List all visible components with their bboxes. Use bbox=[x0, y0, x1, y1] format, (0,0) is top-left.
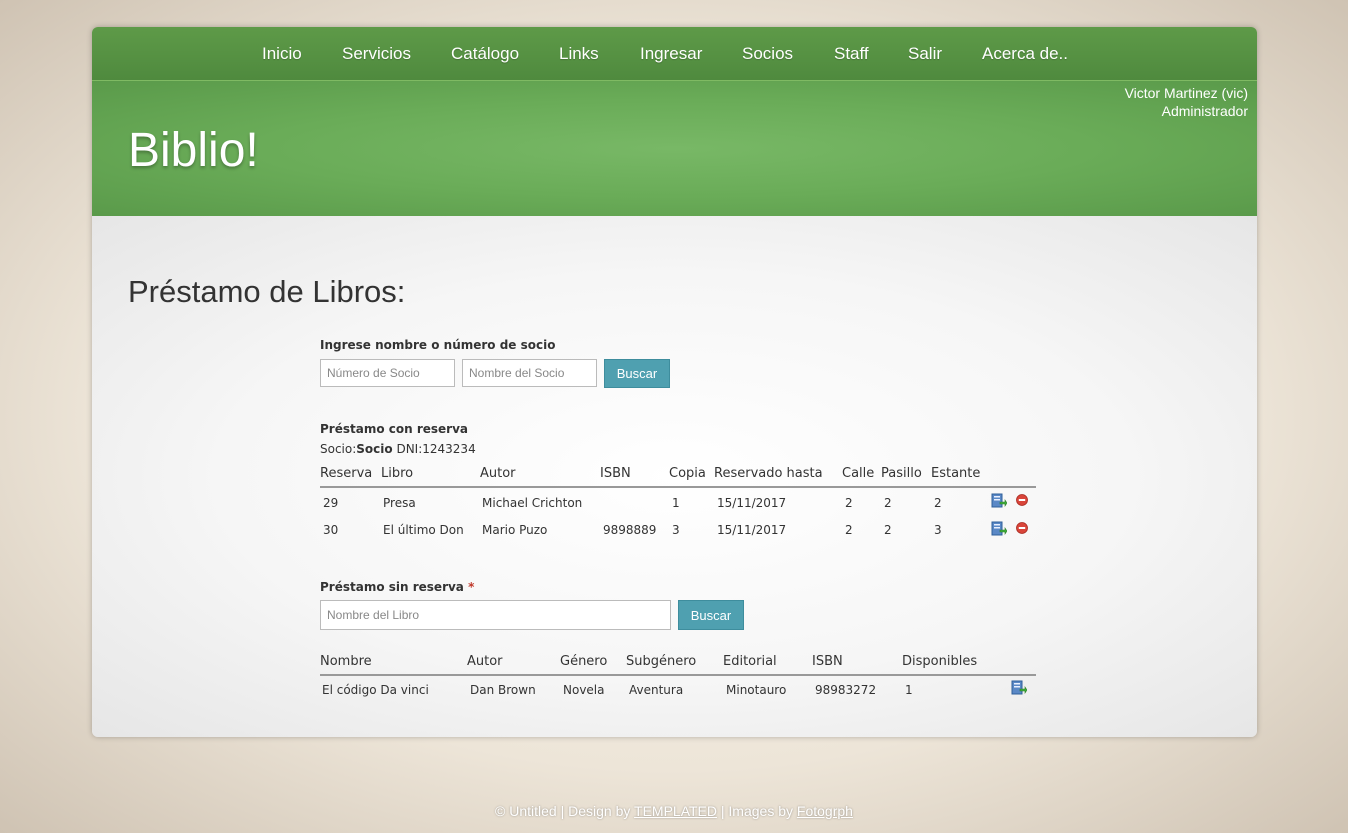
cell-copia: 1 bbox=[672, 496, 680, 510]
remove-reservation-icon[interactable] bbox=[1016, 522, 1028, 534]
page-wrapper: Inicio Servicios Catálogo Links Ingresar… bbox=[92, 27, 1257, 737]
cell-subgenero: Aventura bbox=[629, 683, 684, 697]
col-header-pasillo: Pasillo bbox=[881, 466, 922, 481]
site-title: Biblio! bbox=[128, 124, 259, 177]
nav-item-links[interactable]: Links bbox=[559, 44, 599, 64]
lend-book-icon[interactable] bbox=[991, 493, 1007, 508]
cell-disponibles: 1 bbox=[905, 683, 913, 697]
cell-autor: Dan Brown bbox=[470, 683, 536, 697]
cell-estante: 3 bbox=[934, 523, 942, 537]
cell-libro: Presa bbox=[383, 496, 416, 510]
col-header-autor: Autor bbox=[480, 466, 516, 481]
cell-isbn: 98983272 bbox=[815, 683, 877, 697]
col-header-disponibles: Disponibles bbox=[902, 654, 978, 669]
cell-copia: 3 bbox=[672, 523, 680, 537]
page-title: Préstamo de Libros: bbox=[128, 274, 406, 309]
cell-autor: Mario Puzo bbox=[482, 523, 548, 537]
unreserved-loan-title-text: Préstamo sin reserva bbox=[320, 580, 464, 594]
cell-pasillo: 2 bbox=[884, 496, 892, 510]
lend-book-icon[interactable] bbox=[991, 521, 1007, 536]
nav-item-staff[interactable]: Staff bbox=[834, 44, 869, 64]
col-header-estante: Estante bbox=[931, 466, 981, 481]
member-info: Socio:Socio DNI:1243234 bbox=[320, 442, 476, 456]
col-header-copia: Copia bbox=[669, 466, 706, 481]
cell-pasillo: 2 bbox=[884, 523, 892, 537]
col-header-autor: Autor bbox=[467, 654, 503, 669]
cell-editorial: Minotauro bbox=[726, 683, 787, 697]
footer-fotogrph-link[interactable]: Fotogrph bbox=[797, 803, 853, 819]
lend-book-icon[interactable] bbox=[1011, 680, 1027, 695]
col-header-editorial: Editorial bbox=[723, 654, 777, 669]
member-dni: DNI:1243234 bbox=[392, 442, 476, 456]
footer-templated-link[interactable]: TEMPLATED bbox=[634, 803, 717, 819]
cell-reservado-hasta: 15/11/2017 bbox=[717, 523, 787, 537]
col-header-subgenero: Subgénero bbox=[626, 654, 697, 669]
footer: © Untitled | Design by TEMPLATED | Image… bbox=[0, 803, 1348, 819]
member-name: Socio bbox=[356, 442, 393, 456]
table-header-divider bbox=[320, 674, 1036, 676]
unreserved-loan-title: Préstamo sin reserva * bbox=[320, 580, 474, 594]
nav-item-socios[interactable]: Socios bbox=[742, 44, 793, 64]
search-member-label: Ingrese nombre o número de socio bbox=[320, 338, 556, 352]
col-header-isbn: ISBN bbox=[812, 654, 843, 669]
member-number-input[interactable] bbox=[320, 359, 455, 387]
member-name-input[interactable] bbox=[462, 359, 597, 387]
main-content: Préstamo de Libros: Ingrese nombre o núm… bbox=[92, 216, 1257, 737]
site-header: Victor Martinez (vic) Administrador Bibl… bbox=[92, 81, 1257, 216]
book-name-input[interactable] bbox=[320, 600, 671, 630]
col-header-reservado-hasta: Reservado hasta bbox=[714, 466, 823, 481]
member-prefix: Socio: bbox=[320, 442, 357, 456]
user-name[interactable]: Victor Martinez (vic) bbox=[1125, 85, 1248, 101]
required-mark: * bbox=[468, 580, 475, 594]
user-role: Administrador bbox=[1161, 103, 1248, 119]
cell-nombre: El código Da vinci bbox=[322, 683, 429, 697]
cell-reserva: 29 bbox=[323, 496, 339, 510]
col-header-libro: Libro bbox=[381, 466, 414, 481]
cell-isbn: 9898889 bbox=[603, 523, 657, 537]
cell-genero: Novela bbox=[563, 683, 605, 697]
cell-reserva: 30 bbox=[323, 523, 339, 537]
reserved-loan-title: Préstamo con reserva bbox=[320, 422, 469, 436]
col-header-reserva: Reserva bbox=[320, 466, 373, 481]
col-header-calle: Calle bbox=[842, 466, 875, 481]
search-book-button[interactable]: Buscar bbox=[678, 600, 744, 630]
search-member-button[interactable]: Buscar bbox=[604, 359, 670, 388]
cell-reservado-hasta: 15/11/2017 bbox=[717, 496, 787, 510]
col-header-isbn: ISBN bbox=[600, 466, 631, 481]
footer-images-by: | Images by bbox=[717, 803, 797, 819]
nav-item-catalogo[interactable]: Catálogo bbox=[451, 44, 519, 64]
cell-autor: Michael Crichton bbox=[482, 496, 583, 510]
nav-item-salir[interactable]: Salir bbox=[908, 44, 942, 64]
col-header-nombre: Nombre bbox=[320, 654, 372, 669]
nav-item-acerca[interactable]: Acerca de.. bbox=[982, 44, 1068, 64]
top-nav: Inicio Servicios Catálogo Links Ingresar… bbox=[92, 27, 1257, 81]
table-header-divider bbox=[320, 486, 1036, 488]
col-header-genero: Género bbox=[560, 654, 608, 669]
cell-estante: 2 bbox=[934, 496, 942, 510]
nav-item-inicio[interactable]: Inicio bbox=[262, 44, 302, 64]
remove-reservation-icon[interactable] bbox=[1016, 494, 1028, 506]
cell-calle: 2 bbox=[845, 523, 853, 537]
footer-copyright: © Untitled | Design by bbox=[495, 803, 635, 819]
cell-libro: El último Don bbox=[383, 523, 464, 537]
cell-calle: 2 bbox=[845, 496, 853, 510]
nav-item-servicios[interactable]: Servicios bbox=[342, 44, 411, 64]
nav-item-ingresar[interactable]: Ingresar bbox=[640, 44, 702, 64]
